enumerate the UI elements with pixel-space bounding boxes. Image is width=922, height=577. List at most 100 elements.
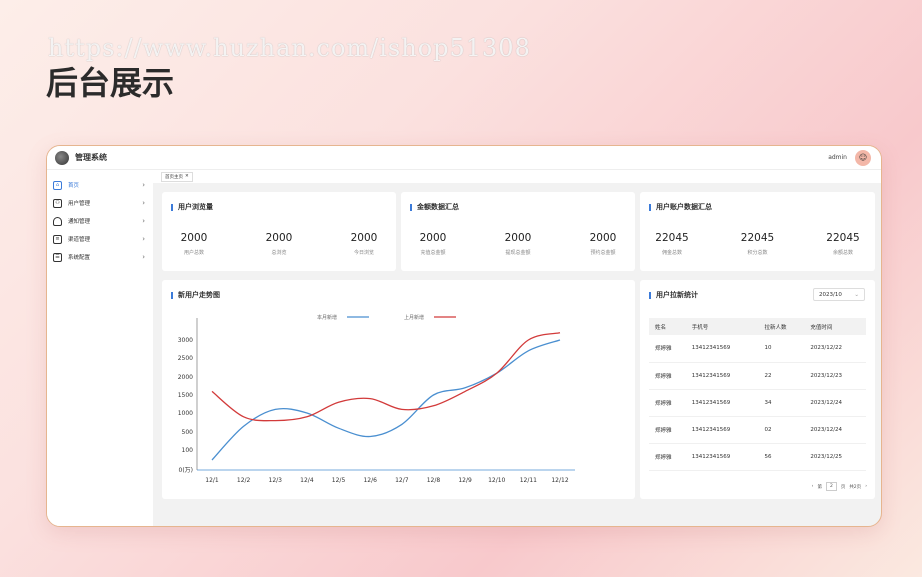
chevron-down-icon: ⌄ (854, 291, 859, 298)
amount-card: 金额数据汇总 2000 充值总金额 2000 提现总金额 2000 预约总金额 (401, 192, 635, 271)
y-tick-label: 2000 (178, 374, 193, 381)
chevron-right-icon: › (142, 235, 145, 243)
stat-label: 余额总数 (832, 250, 853, 256)
chevron-right-icon: › (142, 199, 145, 207)
x-tick-label: 12/9 (458, 477, 472, 484)
stat-item: 22045 积分总数 (728, 232, 788, 256)
main-content: 首页主页 ✕ 用户浏览量 2000 用户总数 2000 总浏览 2000 今日浏… (153, 170, 881, 526)
x-tick-label: 12/4 (300, 477, 314, 484)
next-page-button[interactable]: › (865, 484, 867, 489)
y-tick-label: 0(万) (179, 467, 194, 474)
stat-label: 用户总数 (183, 250, 204, 256)
x-tick-label: 12/7 (395, 477, 409, 484)
table-cell: 02 (758, 416, 805, 444)
table-cell: 13412341569 (685, 335, 759, 363)
column-header: 姓名 (649, 318, 686, 335)
sidebar-item-label: 首页 (68, 183, 80, 189)
user-icon: ⚇ (53, 198, 62, 208)
hero-title: 后台展示 (46, 64, 175, 102)
stat-value: 2000 (589, 232, 617, 244)
legend-label: 本月新增 (317, 314, 337, 321)
x-tick-label: 12/1 (205, 477, 219, 484)
y-tick-label: 2500 (178, 355, 193, 362)
bell-icon (53, 216, 62, 226)
page-input[interactable]: 2 (825, 482, 837, 491)
sidebar-item-label: 用户管理 (68, 201, 91, 207)
stat-value: 22045 (826, 232, 860, 244)
x-tick-label: 12/5 (332, 477, 346, 484)
card-title: 用户浏览量 (171, 202, 213, 212)
table-cell: 34 (758, 389, 805, 417)
table-cell: 2023/12/22 (804, 335, 866, 363)
stat-value: 2000 (350, 232, 378, 244)
admin-name[interactable]: admin (828, 154, 847, 161)
x-tick-label: 12/10 (488, 477, 505, 484)
sidebar-item-home[interactable]: ⌂ 首页 › (47, 176, 153, 194)
table-row: 郑婷雅 13412341569 02 2023/12/24 (649, 416, 866, 444)
close-icon[interactable]: ✕ (185, 174, 189, 179)
stat-label: 提现总金额 (505, 250, 531, 256)
table-cell: 13412341569 (685, 443, 759, 471)
stat-value: 2000 (265, 232, 293, 244)
table-cell: 郑婷雅 (649, 362, 686, 390)
top-bar: 管理系统 admin ☺ (47, 146, 881, 170)
stat-item: 22045 佣金总数 (642, 232, 702, 256)
tab-home[interactable]: 首页主页 ✕ (161, 171, 193, 182)
stat-item: 22045 余额总数 (813, 232, 873, 256)
table-cell: 郑婷雅 (649, 443, 686, 471)
browse-card: 用户浏览量 2000 用户总数 2000 总浏览 2000 今日浏览 (162, 192, 396, 271)
sidebar-item-settings[interactable]: ☰ 系统配置 › (47, 248, 153, 266)
prev-page-button[interactable]: ‹ (812, 484, 814, 489)
table-cell: 2023/12/24 (804, 389, 866, 417)
stat-label: 佣金总数 (661, 250, 682, 256)
app-title: 管理系统 (75, 153, 107, 162)
stat-label: 预约总金额 (590, 250, 616, 256)
y-tick-label: 1000 (178, 410, 193, 417)
home-icon: ⌂ (53, 180, 62, 190)
table-row: 郑婷雅 13412341569 56 2023/12/25 (649, 443, 866, 471)
stat-value: 22045 (740, 232, 775, 244)
table-cell: 22 (758, 362, 805, 390)
table-cell: 13412341569 (685, 416, 759, 444)
chevron-right-icon: › (142, 181, 145, 189)
pull-card: 用户拉新统计 2023/10 ⌄ 姓名 手机号 拉新人数 充值时间 郑婷雅13 (640, 280, 875, 499)
sidebar-item-channels[interactable]: ≡ 渠道管理 › (47, 230, 153, 248)
sidebar-item-label: 通知管理 (68, 219, 91, 225)
pager-prefix: 第 (817, 484, 822, 490)
series-line-1 (211, 339, 561, 461)
table-row: 郑婷雅 13412341569 10 2023/12/22 (649, 335, 866, 363)
table-cell: 郑婷雅 (649, 335, 686, 363)
y-tick-label: 3000 (178, 337, 193, 344)
table-cell: 郑婷雅 (649, 389, 686, 417)
x-tick-label: 12/6 (363, 477, 377, 484)
trend-card: 新用户走势图 0(万) 100 500 1000 1500 2000 2500 3000 12/… (162, 280, 635, 499)
stat-value: 2000 (504, 232, 532, 244)
y-tick-label: 1500 (178, 392, 193, 399)
app-window: 管理系统 admin ☺ ⌂ 首页 › ⚇ 用户管理 › 通知管理 › ≡ 渠道… (46, 145, 882, 527)
x-tick-label: 12/12 (551, 477, 568, 484)
card-title: 用户账户数据汇总 (649, 202, 712, 212)
sidebar-item-notifications[interactable]: 通知管理 › (47, 212, 153, 230)
stat-item: 2000 用户总数 (164, 232, 224, 256)
table-cell: 13412341569 (685, 362, 759, 390)
stat-item: 2000 预约总金额 (573, 232, 633, 256)
account-card: 用户账户数据汇总 22045 佣金总数 22045 积分总数 22045 余额总… (640, 192, 875, 271)
tab-strip: 首页主页 ✕ (153, 170, 881, 183)
sidebar-item-users[interactable]: ⚇ 用户管理 › (47, 194, 153, 212)
avatar[interactable]: ☺ (855, 149, 871, 166)
table-row: 郑婷雅 13412341569 22 2023/12/23 (649, 362, 866, 390)
y-tick-label: 100 (182, 447, 194, 454)
x-tick-label: 12/11 (520, 477, 537, 484)
y-tick-label: 500 (182, 429, 194, 436)
line-chart: 0(万) 100 500 1000 1500 2000 2500 3000 12/1 12/2 12… (178, 314, 575, 484)
x-tick-label: 12/3 (269, 477, 283, 484)
table-cell: 郑婷雅 (649, 416, 686, 444)
x-tick-label: 12/8 (427, 477, 441, 484)
table-cell: 56 (758, 443, 805, 471)
users-table: 姓名 手机号 拉新人数 充值时间 郑婷雅 13412341569 10 2023/12… (649, 318, 866, 471)
chevron-right-icon: › (142, 217, 145, 225)
sidebar-item-label: 系统配置 (68, 255, 91, 261)
table-cell: 13412341569 (685, 389, 759, 417)
month-select[interactable]: 2023/10 ⌄ (813, 288, 865, 301)
tab-label: 首页主页 (165, 174, 183, 180)
